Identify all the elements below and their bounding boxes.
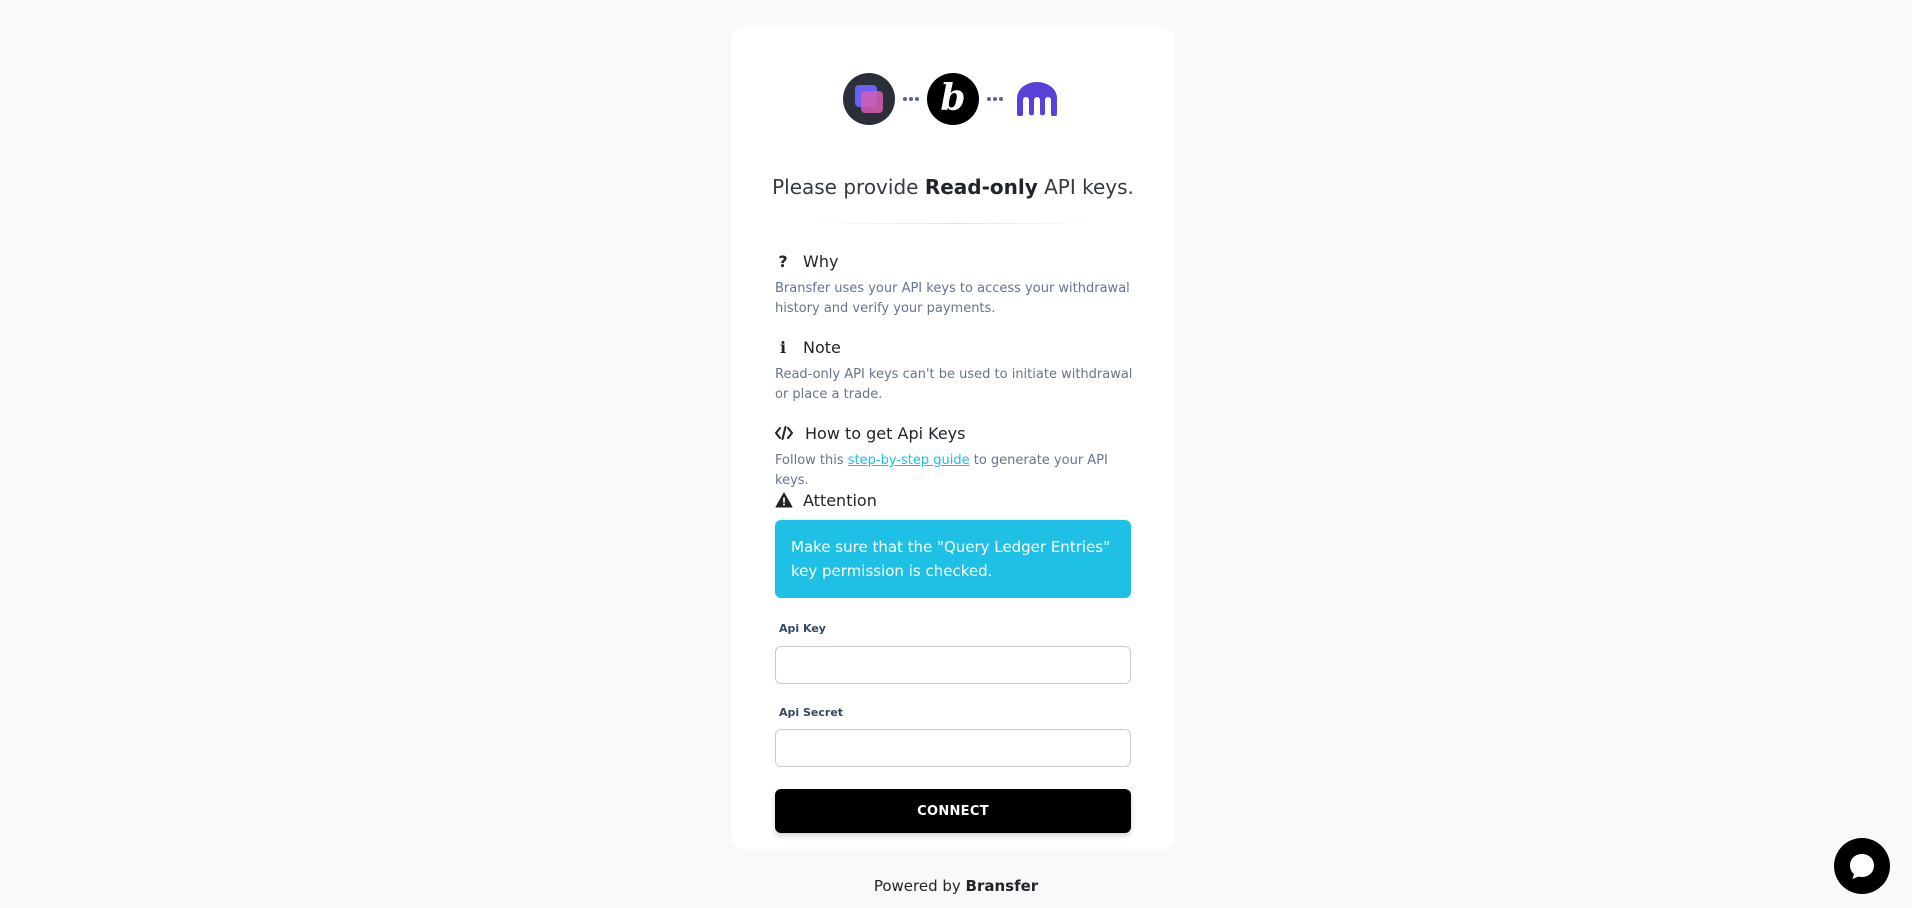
- section-title: Note: [803, 337, 841, 357]
- why-section: ? Why Bransfer uses your API keys to acc…: [775, 251, 1135, 319]
- section-text: Follow this step-by-step guide to genera…: [775, 453, 1108, 488]
- bransfer-logo-icon: b: [927, 73, 979, 125]
- connector-dots-icon: [987, 97, 1003, 101]
- integration-logos: b: [731, 73, 1175, 125]
- note-section: i Note Read-only API keys can't be used …: [775, 337, 1135, 405]
- api-key-label: Api Key: [779, 622, 826, 635]
- info-icon: i: [779, 337, 787, 357]
- api-secret-label: Api Secret: [779, 706, 844, 719]
- connect-button[interactable]: CONNECT: [775, 789, 1131, 833]
- divider: [807, 223, 1099, 224]
- connect-card: b Please provide Read-only API keys. ? W…: [731, 27, 1175, 850]
- question-icon: ?: [778, 251, 788, 271]
- code-icon: [775, 424, 793, 442]
- kraken-logo-icon: [1011, 73, 1063, 125]
- section-title: Attention: [803, 490, 877, 510]
- howto-section: How to get Api Keys Follow this step-by-…: [775, 423, 1135, 491]
- section-title: Why: [803, 251, 839, 271]
- section-text: Read-only API keys can't be used to init…: [775, 367, 1133, 402]
- app-logo-icon: [843, 73, 895, 125]
- section-title: How to get Api Keys: [805, 423, 966, 443]
- connector-dots-icon: [903, 97, 919, 101]
- powered-by-footer: Powered by Bransfer: [873, 877, 1039, 895]
- api-secret-input[interactable]: [775, 729, 1131, 767]
- step-by-step-guide-link[interactable]: step-by-step guide: [848, 453, 970, 468]
- warning-icon: [775, 491, 793, 509]
- api-key-input[interactable]: [775, 646, 1131, 684]
- chat-launcher-button[interactable]: [1834, 838, 1890, 894]
- section-text: Bransfer uses your API keys to access yo…: [775, 281, 1130, 316]
- attention-section: Attention: [775, 490, 1135, 510]
- chat-bubble-icon: [1850, 854, 1874, 879]
- page-title: Please provide Read-only API keys.: [772, 175, 1134, 199]
- attention-alert: Make sure that the "Query Ledger Entries…: [775, 520, 1131, 598]
